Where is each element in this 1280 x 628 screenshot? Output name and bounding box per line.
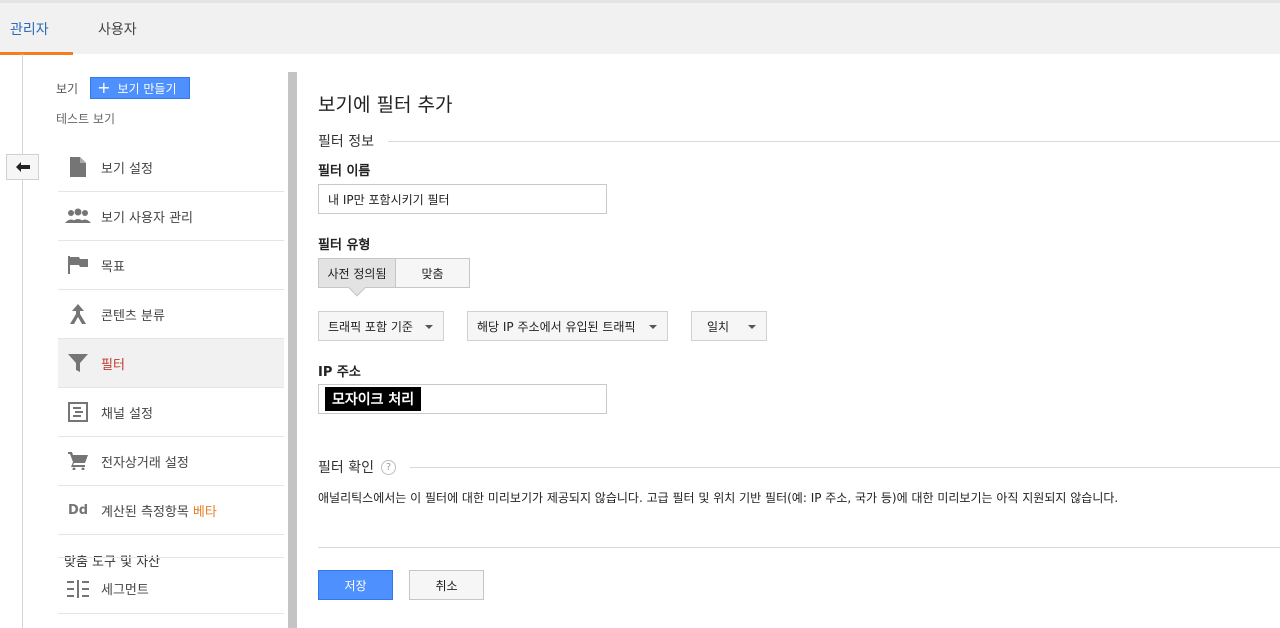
nav-item-ecommerce-settings[interactable]: 전자상거래 설정 xyxy=(58,437,284,486)
nav-item-channel-settings[interactable]: 채널 설정 xyxy=(58,388,284,437)
nav-item-view-settings[interactable]: 보기 설정 xyxy=(58,143,284,192)
redacted-value: 모자이크 처리 xyxy=(325,387,422,411)
chevron-down-icon xyxy=(425,325,433,329)
group-divider xyxy=(58,557,284,558)
tab-admin-active-indicator xyxy=(0,52,73,55)
nav-item-label: 목표 xyxy=(101,259,125,275)
selected-pointer xyxy=(348,279,366,297)
expression-dropdown[interactable]: 일치 xyxy=(691,311,767,341)
nav-item-label: 보기 사용자 관리 xyxy=(101,210,193,226)
nav-item-label: 채널 설정 xyxy=(101,406,153,422)
nav-item-content-grouping[interactable]: 콘텐츠 분류 xyxy=(58,290,284,339)
section-divider xyxy=(387,140,1280,142)
content-grouping-icon xyxy=(58,304,98,324)
save-button[interactable]: 저장 xyxy=(318,570,393,600)
chevron-down-icon xyxy=(649,325,657,329)
nav-item-label: 보기 설정 xyxy=(101,161,153,177)
current-view-name[interactable]: 테스트 보기 xyxy=(56,110,115,127)
ip-address-label: IP 주소 xyxy=(318,365,361,380)
custom-button[interactable]: 맞춤 xyxy=(396,258,470,288)
cart-icon xyxy=(58,452,98,470)
help-icon[interactable]: ? xyxy=(380,459,396,475)
nav-item-label: 계산된 측정항목 베타 xyxy=(101,504,217,520)
chevron-down-icon xyxy=(748,325,756,329)
view-label: 보기 xyxy=(56,81,79,96)
dd-icon: Dd xyxy=(67,502,89,518)
filter-verify-heading: 필터 확인 ? xyxy=(318,457,1280,477)
nav-item-label: 세그먼트 xyxy=(101,583,149,598)
view-selector-row: 보기 + 보기 만들기 xyxy=(56,77,191,99)
nav-item-user-management[interactable]: 보기 사용자 관리 xyxy=(58,192,284,241)
back-button[interactable] xyxy=(6,154,39,180)
rail-divider xyxy=(22,54,23,628)
filter-info-title: 필터 정보 xyxy=(318,134,374,150)
filter-verify-title: 필터 확인 xyxy=(318,460,374,476)
filter-name-value: 내 IP만 포함시키기 필터 xyxy=(328,192,450,207)
tab-user[interactable]: 사용자 xyxy=(98,19,137,39)
back-arrow-icon xyxy=(15,162,30,172)
nav-scrollbar[interactable] xyxy=(288,72,297,628)
filter-name-label: 필터 이름 xyxy=(318,164,371,179)
document-icon xyxy=(58,157,98,177)
nav-item-label: 필터 xyxy=(101,357,125,373)
create-view-label: 보기 만들기 xyxy=(117,81,177,96)
filter-info-heading: 필터 정보 xyxy=(318,131,1280,151)
cancel-button[interactable]: 취소 xyxy=(409,570,484,600)
tab-admin[interactable]: 관리자 xyxy=(10,19,49,39)
nav-item-segments[interactable]: 세그먼트 xyxy=(58,564,284,614)
filter-name-input[interactable]: 내 IP만 포함시키기 필터 xyxy=(318,184,607,214)
include-exclude-value: 트래픽 포함 기준 xyxy=(328,319,413,334)
form-divider xyxy=(318,547,1280,548)
nav-item-label: 전자상거래 설정 xyxy=(101,455,189,471)
filter-type-toggle: 사전 정의됨 맞춤 xyxy=(318,258,470,297)
segment-icon xyxy=(58,579,98,598)
custom-label: 맞춤 xyxy=(421,266,444,281)
channel-settings-icon xyxy=(58,402,98,422)
filter-icon xyxy=(58,354,98,372)
nav-item-label: 콘텐츠 분류 xyxy=(101,308,165,324)
include-exclude-dropdown[interactable]: 트래픽 포함 기준 xyxy=(318,311,444,341)
section-divider xyxy=(409,466,1280,468)
nav-item-filters[interactable]: 필터 xyxy=(58,339,284,388)
expression-value: 일치 xyxy=(707,319,730,334)
source-dropdown[interactable]: 해당 IP 주소에서 유입된 트래픽 xyxy=(467,311,668,341)
users-icon xyxy=(58,208,98,224)
predefined-button[interactable]: 사전 정의됨 xyxy=(318,258,396,297)
verify-description: 애널리틱스에서는 이 필터에 대한 미리보기가 제공되지 않습니다. 고급 필터… xyxy=(318,491,1119,505)
ip-address-input[interactable]: 모자이크 처리 xyxy=(318,384,607,414)
flag-icon xyxy=(58,256,98,274)
nav-item-goals[interactable]: 목표 xyxy=(58,241,284,290)
source-value: 해당 IP 주소에서 유입된 트래픽 xyxy=(477,319,636,334)
top-tab-bar: 관리자 사용자 xyxy=(0,0,1280,55)
plus-icon: + xyxy=(97,78,111,97)
create-view-button[interactable]: + 보기 만들기 xyxy=(90,77,191,99)
filter-type-label: 필터 유형 xyxy=(318,238,371,253)
beta-badge: 베타 xyxy=(192,504,217,520)
page-title: 보기에 필터 추가 xyxy=(318,94,453,116)
nav-item-calculated-metrics[interactable]: Dd 계산된 측정항목 베타 xyxy=(58,486,284,535)
